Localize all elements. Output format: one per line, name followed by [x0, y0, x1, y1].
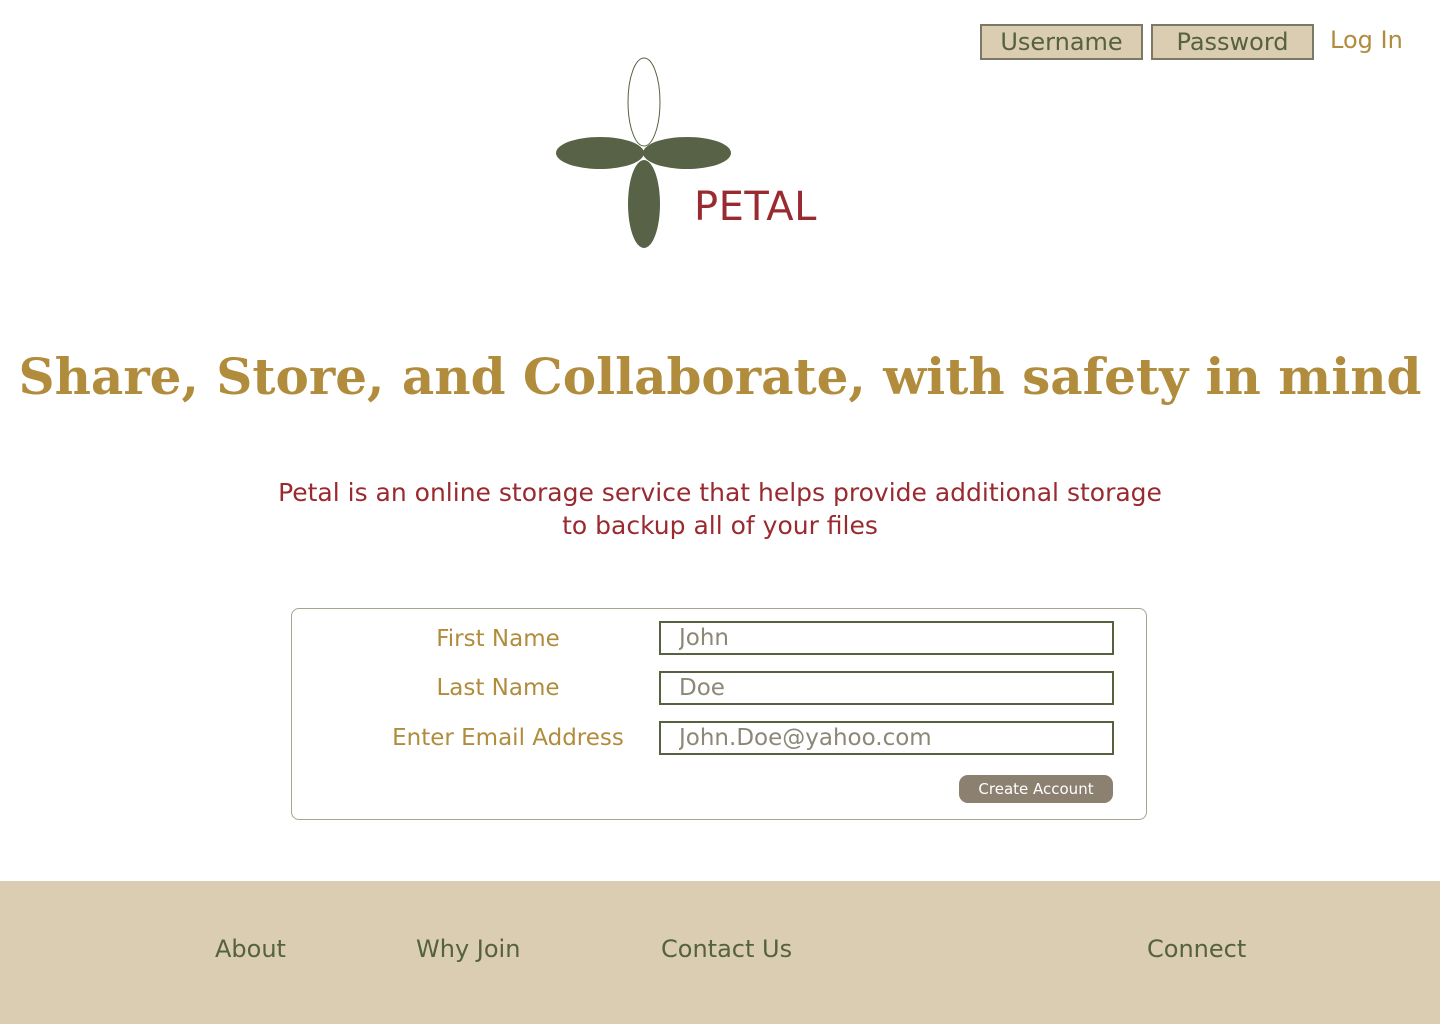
email-input[interactable]	[659, 721, 1114, 755]
login-link[interactable]: Log In	[1330, 24, 1403, 56]
footer-link-about[interactable]: About	[215, 933, 286, 965]
signup-form: First Name Last Name Enter Email Address…	[291, 608, 1147, 820]
brand-name: PETAL	[694, 184, 817, 230]
footer-link-contact-us[interactable]: Contact Us	[661, 933, 792, 965]
first-name-input[interactable]	[659, 621, 1114, 655]
email-label: Enter Email Address	[392, 725, 624, 751]
last-name-label: Last Name	[436, 675, 560, 701]
last-name-input[interactable]	[659, 671, 1114, 705]
footer-link-connect[interactable]: Connect	[1147, 933, 1246, 965]
first-name-label: First Name	[436, 626, 560, 652]
hero-title: Share, Store, and Collaborate, with safe…	[18, 347, 1422, 406]
password-field[interactable]: Password	[1151, 24, 1314, 60]
footer: About Why Join Contact Us Connect	[0, 881, 1440, 1024]
page: Username Password Log In PETAL Share, St…	[0, 0, 1440, 1024]
footer-link-why-join[interactable]: Why Join	[416, 933, 520, 965]
hero-description: Petal is an online storage service that …	[278, 478, 1162, 540]
create-account-button[interactable]: Create Account	[959, 775, 1113, 803]
username-field[interactable]: Username	[980, 24, 1143, 60]
